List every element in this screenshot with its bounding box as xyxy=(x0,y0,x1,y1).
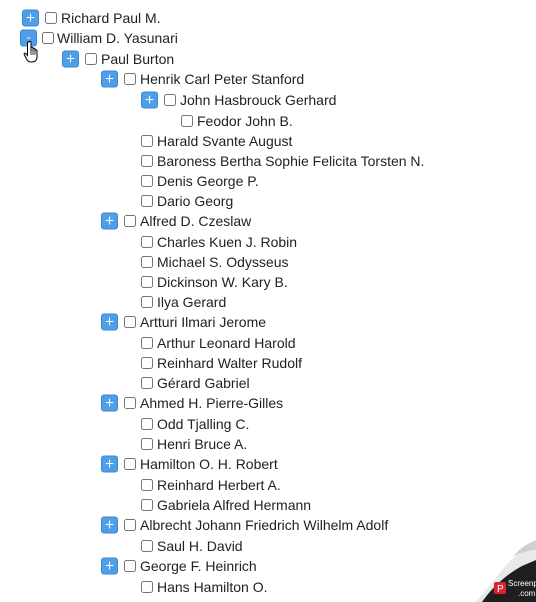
tree-node: Baroness Bertha Sophie Felicita Torsten … xyxy=(0,151,536,171)
node-label[interactable]: Albrecht Johann Friedrich Wilhelm Adolf xyxy=(140,517,388,533)
tree-node: + Alfred D. Czeslaw xyxy=(0,211,536,231)
node-checkbox[interactable] xyxy=(141,195,153,207)
node-label[interactable]: Hamilton O. H. Robert xyxy=(140,456,278,472)
tree-node: Reinhard Herbert A. xyxy=(0,475,536,495)
node-checkbox[interactable] xyxy=(141,135,153,147)
node-label[interactable]: Henrik Carl Peter Stanford xyxy=(140,71,304,87)
node-label[interactable]: Paul Burton xyxy=(101,51,174,67)
node-label[interactable]: Odd Tjalling C. xyxy=(157,416,249,432)
node-checkbox[interactable] xyxy=(141,581,153,593)
node-checkbox[interactable] xyxy=(141,418,153,430)
node-label[interactable]: Dickinson W. Kary B. xyxy=(157,274,288,290)
expand-toggle-button[interactable]: + xyxy=(141,91,158,109)
tree-node: Dario Georg xyxy=(0,191,536,211)
expand-toggle-button[interactable]: + xyxy=(101,455,118,473)
node-checkbox[interactable] xyxy=(85,53,97,65)
tree-node: Gabriela Alfred Hermann xyxy=(0,495,536,515)
node-checkbox[interactable] xyxy=(141,296,153,308)
node-checkbox[interactable] xyxy=(124,397,136,409)
tree-node: Gérard Gabriel xyxy=(0,373,536,393)
node-label[interactable]: Feodor John B. xyxy=(197,113,293,129)
node-checkbox[interactable] xyxy=(124,519,136,531)
node-label[interactable]: George F. Heinrich xyxy=(140,558,257,574)
expand-toggle-button[interactable]: + xyxy=(101,212,118,230)
expand-toggle-button[interactable]: + xyxy=(101,557,118,575)
node-checkbox[interactable] xyxy=(124,316,136,328)
node-checkbox[interactable] xyxy=(141,337,153,349)
tree-node: Odd Tjalling C. xyxy=(0,414,536,434)
node-checkbox[interactable] xyxy=(124,560,136,572)
node-checkbox[interactable] xyxy=(141,499,153,511)
tree-node: + Paul Burton xyxy=(0,49,536,69)
node-label[interactable]: Arthur Leonard Harold xyxy=(157,335,296,351)
node-checkbox[interactable] xyxy=(141,479,153,491)
watermark-brand: Screenpresso xyxy=(508,579,536,588)
node-checkbox[interactable] xyxy=(42,32,54,44)
watermark-domain: .com xyxy=(518,589,536,598)
node-label[interactable]: Henri Bruce A. xyxy=(157,436,247,452)
expand-toggle-button[interactable]: + xyxy=(22,9,39,27)
node-checkbox[interactable] xyxy=(141,155,153,167)
tree-node: Dickinson W. Kary B. xyxy=(0,272,536,292)
node-label[interactable]: Dario Georg xyxy=(157,193,233,209)
node-checkbox[interactable] xyxy=(141,438,153,450)
node-label[interactable]: Michael S. Odysseus xyxy=(157,254,289,270)
tree-node: + John Hasbrouck Gerhard xyxy=(0,90,536,110)
tree-node: + Hamilton O. H. Robert xyxy=(0,454,536,474)
node-label[interactable]: Ahmed H. Pierre-Gilles xyxy=(140,395,283,411)
expand-toggle-button[interactable]: + xyxy=(101,313,118,331)
svg-text:P: P xyxy=(497,584,504,595)
node-label[interactable]: Artturi Ilmari Jerome xyxy=(140,314,266,330)
node-checkbox[interactable] xyxy=(124,458,136,470)
tree-node: + Artturi Ilmari Jerome xyxy=(0,312,536,332)
tree-node: Denis George P. xyxy=(0,171,536,191)
node-checkbox[interactable] xyxy=(141,357,153,369)
node-checkbox[interactable] xyxy=(141,236,153,248)
tree-node: + Henrik Carl Peter Stanford xyxy=(0,69,536,89)
tree-node: + Richard Paul M. xyxy=(0,8,536,28)
tree-node: + Ahmed H. Pierre-Gilles xyxy=(0,393,536,413)
node-label[interactable]: John Hasbrouck Gerhard xyxy=(180,92,336,108)
node-checkbox[interactable] xyxy=(124,73,136,85)
node-label[interactable]: Gabriela Alfred Hermann xyxy=(157,497,311,513)
node-checkbox[interactable] xyxy=(181,115,193,127)
node-label[interactable]: Saul H. David xyxy=(157,538,243,554)
tree-node: Michael S. Odysseus xyxy=(0,252,536,272)
tree-node: Arthur Leonard Harold xyxy=(0,333,536,353)
tree-node: Henri Bruce A. xyxy=(0,434,536,454)
node-checkbox[interactable] xyxy=(141,256,153,268)
tree-node: Harald Svante August xyxy=(0,131,536,151)
node-checkbox[interactable] xyxy=(141,276,153,288)
expand-toggle-button[interactable]: + xyxy=(101,394,118,412)
hand-cursor-icon xyxy=(23,40,41,67)
node-label[interactable]: Hans Hamilton O. xyxy=(157,579,267,595)
node-label[interactable]: Charles Kuen J. Robin xyxy=(157,234,297,250)
tree-node: Feodor John B. xyxy=(0,111,536,131)
node-checkbox[interactable] xyxy=(141,540,153,552)
node-label[interactable]: Gérard Gabriel xyxy=(157,375,250,391)
node-label[interactable]: Richard Paul M. xyxy=(61,10,161,26)
node-label[interactable]: Reinhard Walter Rudolf xyxy=(157,355,302,371)
expand-toggle-button[interactable]: + xyxy=(101,516,118,534)
node-checkbox[interactable] xyxy=(141,377,153,389)
tree-node: Charles Kuen J. Robin xyxy=(0,232,536,252)
node-label[interactable]: Reinhard Herbert A. xyxy=(157,477,281,493)
node-label[interactable]: Baroness Bertha Sophie Felicita Torsten … xyxy=(157,153,424,169)
node-label[interactable]: Denis George P. xyxy=(157,173,259,189)
node-label[interactable]: Harald Svante August xyxy=(157,133,292,149)
tree-node: Reinhard Walter Rudolf xyxy=(0,353,536,373)
screenpresso-watermark: P Screenpresso .com xyxy=(426,522,536,602)
node-checkbox[interactable] xyxy=(141,175,153,187)
tree-node: Ilya Gerard xyxy=(0,292,536,312)
node-checkbox[interactable] xyxy=(164,94,176,106)
node-label[interactable]: William D. Yasunari xyxy=(57,30,178,46)
node-label[interactable]: Alfred D. Czeslaw xyxy=(140,213,251,229)
tree-node: - William D. Yasunari xyxy=(0,28,536,48)
node-label[interactable]: Ilya Gerard xyxy=(157,294,226,310)
node-checkbox[interactable] xyxy=(45,12,57,24)
expand-toggle-button[interactable]: + xyxy=(101,70,118,88)
expand-toggle-button[interactable]: + xyxy=(62,50,79,68)
node-checkbox[interactable] xyxy=(124,215,136,227)
